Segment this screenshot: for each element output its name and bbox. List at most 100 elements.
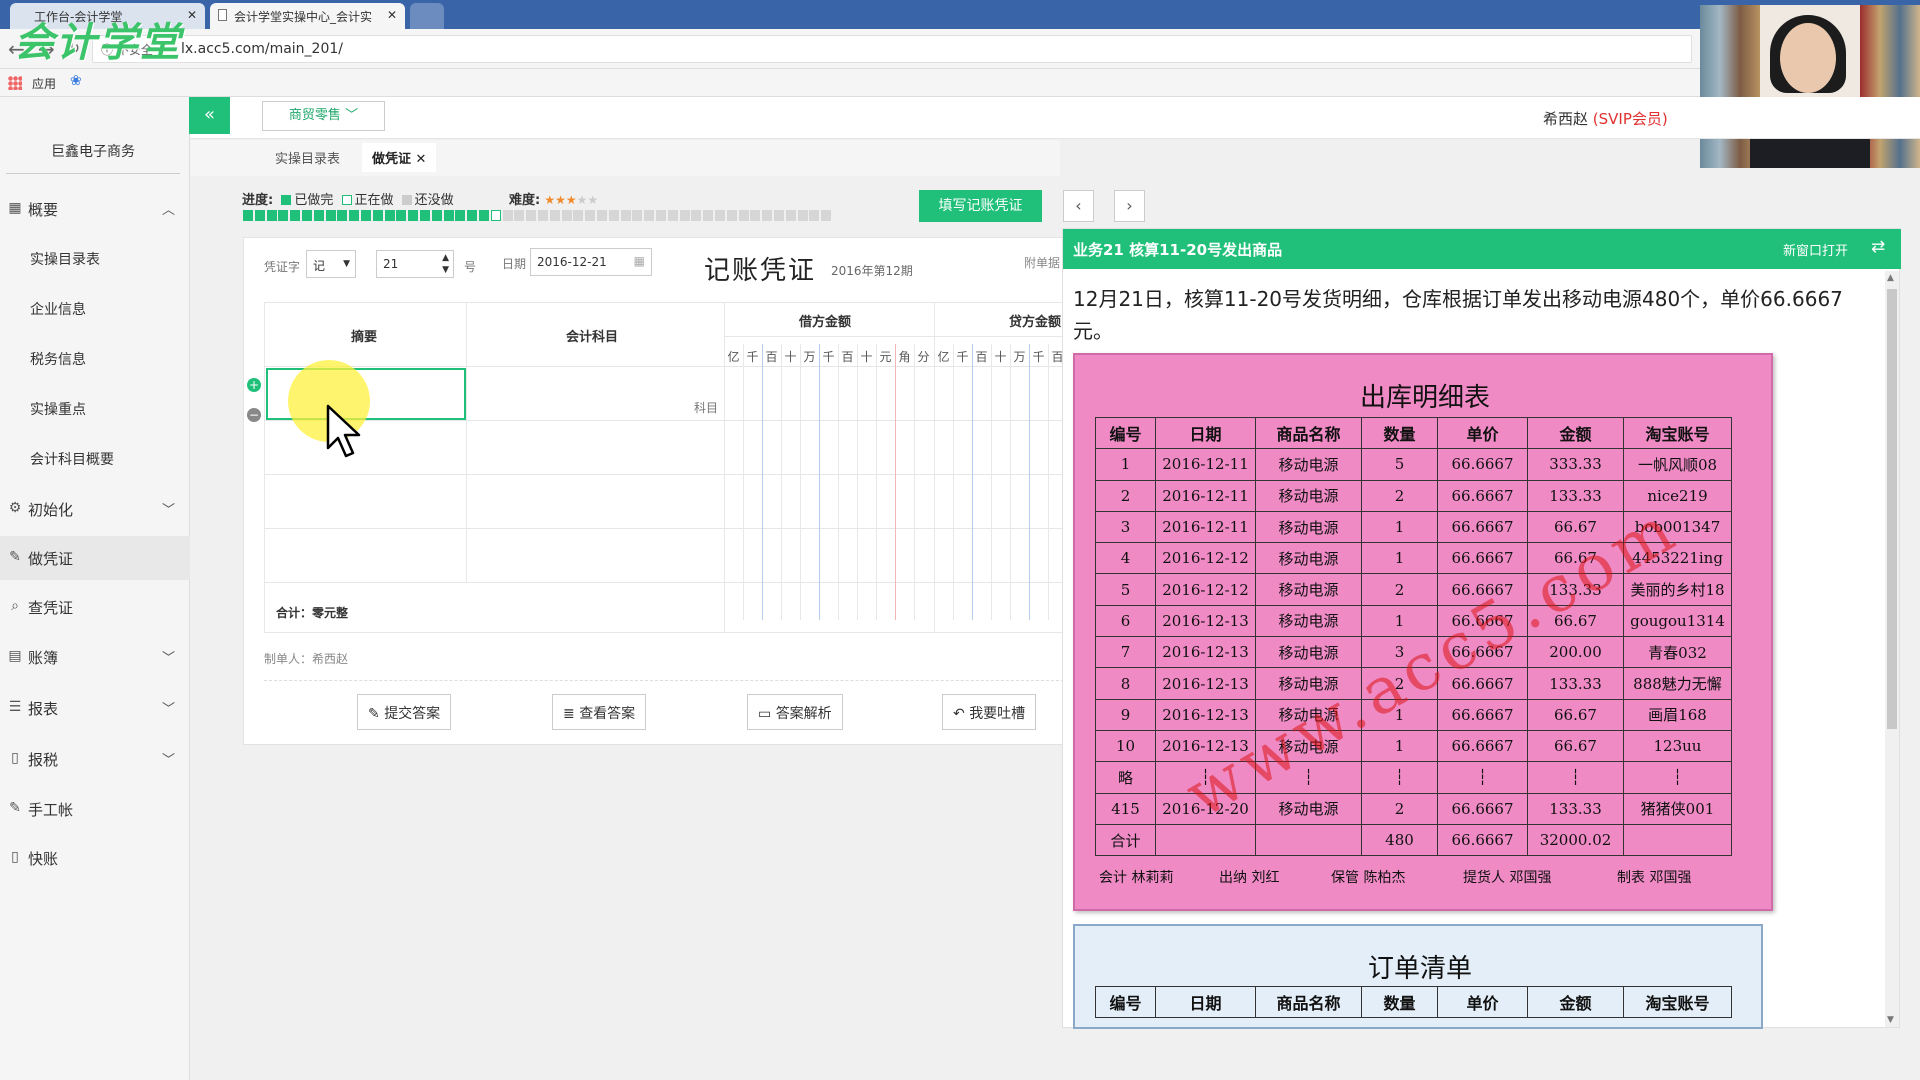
fill-voucher-button[interactable]: 填写记账凭证 (919, 190, 1042, 222)
sidebar-item-make-voucher[interactable]: ✎ 做凭证 (0, 536, 190, 580)
sidebar-item-reports[interactable]: ☰ 报表 ﹀ (0, 686, 190, 730)
progress-segment[interactable] (278, 210, 289, 221)
progress-segment[interactable] (585, 210, 596, 221)
tab-catalog[interactable]: 实操目录表 (275, 148, 340, 167)
progress-segment[interactable] (632, 210, 643, 221)
collapse-sidebar-button[interactable]: « (189, 97, 230, 134)
prev-task-button[interactable]: ‹ (1063, 190, 1094, 222)
progress-segment[interactable] (644, 210, 655, 221)
progress-segment[interactable] (243, 210, 253, 221)
progress-segment[interactable] (479, 210, 489, 221)
user-info[interactable]: 希西赵 (SVIP会员) (1543, 108, 1668, 129)
divider (6, 173, 180, 174)
calendar-icon[interactable]: ▦ (634, 254, 645, 268)
feedback-button[interactable]: ↶ 我要吐槽 (942, 694, 1037, 730)
progress-segment[interactable] (361, 210, 371, 221)
add-row-icon[interactable]: + (247, 378, 261, 392)
submit-answer-button[interactable]: ✎ 提交答案 (357, 694, 452, 730)
progress-segment[interactable] (561, 210, 572, 221)
progress-segment[interactable] (266, 210, 277, 221)
progress-segment[interactable] (431, 210, 442, 221)
progress-segment[interactable] (538, 210, 548, 221)
sidebar-item-init[interactable]: ⚙ 初始化 ﹀ (0, 487, 190, 531)
progress-segment[interactable] (774, 210, 784, 221)
progress-segment[interactable] (455, 210, 466, 221)
progress-segment[interactable] (549, 210, 560, 221)
apps-icon[interactable] (8, 76, 22, 90)
progress-segment[interactable] (726, 210, 737, 221)
scroll-thumb[interactable] (1887, 289, 1897, 729)
sidebar-subitem-accounts[interactable]: 会计科目概要 (30, 449, 114, 469)
progress-segment[interactable] (656, 210, 666, 221)
progress-segment[interactable] (490, 210, 501, 221)
progress-segment[interactable] (502, 210, 513, 221)
progress-segment[interactable] (797, 210, 808, 221)
scroll-up-icon[interactable]: ▲ (1887, 273, 1894, 283)
sidebar-item-tax[interactable]: ▯ 报税 ﹀ (0, 737, 190, 781)
progress-segment[interactable] (785, 210, 796, 221)
browser-tab-active[interactable]: 会计学堂实操中心_会计实 ✕ (210, 3, 405, 29)
progress-segment[interactable] (372, 210, 383, 221)
progress-segment[interactable] (337, 210, 348, 221)
progress-segment[interactable] (715, 210, 725, 221)
answer-analysis-button[interactable]: ▭ 答案解析 (747, 694, 843, 730)
progress-segment[interactable] (667, 210, 678, 221)
scrollbar[interactable]: ▲ ▼ (1885, 271, 1899, 1027)
sidebar-item-ledger[interactable]: ▤ 账簿 ﹀ (0, 635, 190, 679)
progress-segment[interactable] (738, 210, 749, 221)
progress-segment[interactable] (302, 210, 312, 221)
new-tab-button[interactable] (410, 3, 444, 29)
voucher-word-select[interactable]: 记 ▼ (306, 250, 356, 278)
sidebar-item-search-voucher[interactable]: ⌕ 查凭证 (0, 585, 190, 629)
sidebar-item-quick-ledger[interactable]: ▯ 快账 (0, 836, 190, 880)
table-cell: 2 (1361, 573, 1438, 606)
view-answer-button[interactable]: ≣ 查看答案 (552, 694, 647, 730)
progress-segment[interactable] (313, 210, 324, 221)
next-task-button[interactable]: › (1114, 190, 1145, 222)
open-new-window-link[interactable]: 新窗口打开 (1783, 240, 1848, 259)
progress-segment[interactable] (762, 210, 773, 221)
progress-segment[interactable] (750, 210, 761, 221)
progress-segment[interactable] (526, 210, 537, 221)
close-icon[interactable]: ✕ (387, 8, 397, 22)
progress-segment[interactable] (254, 210, 265, 221)
industry-dropdown[interactable]: 商贸零售 ﹀ (262, 101, 385, 131)
progress-segment[interactable] (573, 210, 584, 221)
apps-bookmark[interactable]: 应用 (32, 75, 56, 92)
progress-segment[interactable] (420, 210, 430, 221)
sidebar-subitem-catalog[interactable]: 实操目录表 (30, 249, 100, 269)
progress-segment[interactable] (384, 210, 395, 221)
sidebar-subitem-key-points[interactable]: 实操重点 (30, 399, 86, 419)
sidebar-subitem-tax-info[interactable]: 税务信息 (30, 349, 86, 369)
progress-segment[interactable] (290, 210, 301, 221)
progress-segment[interactable] (679, 210, 690, 221)
baidu-icon[interactable]: ❀ (70, 73, 82, 89)
stepper-icon[interactable]: ▲ ▼ (442, 252, 449, 276)
progress-segment[interactable] (443, 210, 454, 221)
sidebar-subitem-company-info[interactable]: 企业信息 (30, 299, 86, 319)
close-icon[interactable]: ✕ (416, 152, 427, 167)
scroll-down-icon[interactable]: ▼ (1887, 1015, 1894, 1025)
progress-segment[interactable] (691, 210, 702, 221)
progress-segment[interactable] (325, 210, 336, 221)
voucher-date-input[interactable]: 2016-12-21 ▦ (530, 248, 652, 276)
progress-segment[interactable] (809, 210, 820, 221)
tab-make-voucher[interactable]: 做凭证 ✕ (362, 143, 437, 172)
progress-segment[interactable] (821, 210, 832, 221)
url-input[interactable]: ⓘ 不安全 lx.acc5.com/main_201/ (92, 35, 1692, 63)
voucher-number-input[interactable]: 21 ▲ ▼ (376, 250, 454, 278)
swap-icon[interactable]: ⇄ (1871, 237, 1885, 257)
progress-segment[interactable] (620, 210, 631, 221)
progress-segment[interactable] (408, 210, 419, 221)
sidebar-item-manual-ledger[interactable]: ✎ 手工帐 (0, 787, 190, 831)
progress-segment[interactable] (467, 210, 478, 221)
progress-segment[interactable] (703, 210, 714, 221)
progress-segment[interactable] (514, 210, 525, 221)
close-icon[interactable]: ✕ (187, 8, 197, 22)
remove-row-icon[interactable]: − (247, 408, 261, 422)
progress-segment[interactable] (396, 210, 407, 221)
sidebar-item-overview[interactable]: ▦ 概要 ︿ (0, 187, 190, 231)
progress-segment[interactable] (608, 210, 619, 221)
progress-segment[interactable] (349, 210, 360, 221)
progress-segment[interactable] (597, 210, 607, 221)
